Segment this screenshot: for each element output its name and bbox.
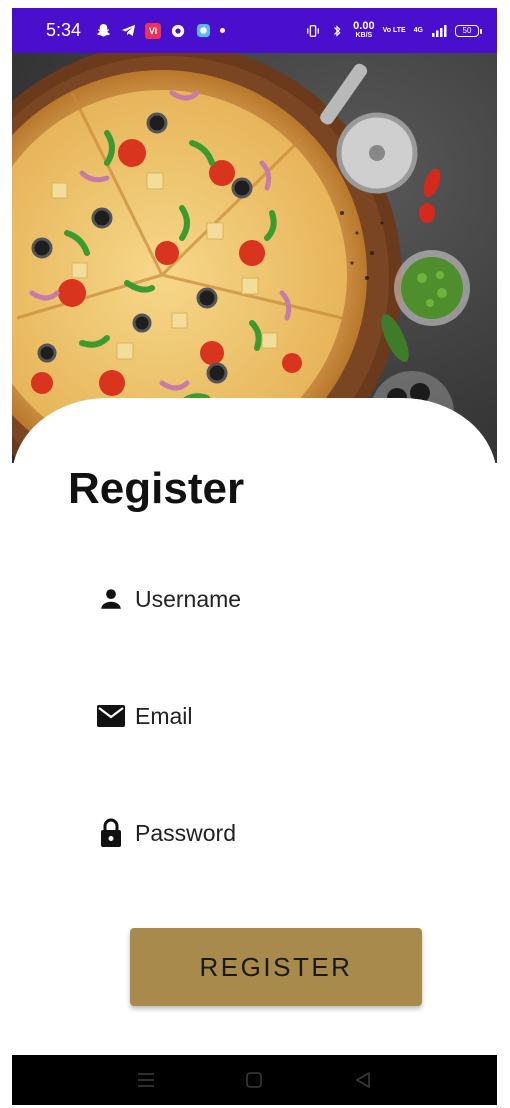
username-field-row: [96, 581, 416, 617]
email-field-row: [96, 698, 416, 734]
battery-icon: 50: [455, 24, 482, 37]
person-icon: [96, 584, 126, 614]
email-input[interactable]: [135, 702, 395, 730]
back-icon[interactable]: [343, 1060, 383, 1100]
network-speed: 0.00 KB/S: [353, 19, 375, 39]
status-bar: 5:34 Vi 0.00 KB/S Vo LTE 4G 50: [12, 8, 497, 53]
bluetooth-icon: [329, 23, 345, 39]
menu-icon[interactable]: [126, 1060, 166, 1100]
snapchat-icon: [95, 23, 111, 39]
username-input[interactable]: [135, 585, 395, 613]
more-notifications-icon: [220, 28, 226, 33]
page-title: Register: [68, 464, 245, 513]
app-icon: [195, 23, 211, 39]
chrome-icon: [170, 23, 186, 39]
navigation-bar: [12, 1055, 497, 1105]
notification-icons: Vi: [95, 22, 226, 39]
mail-icon: [96, 701, 126, 731]
register-button[interactable]: REGISTER: [130, 928, 422, 1006]
password-input[interactable]: [135, 819, 395, 847]
vibrate-icon: [305, 23, 321, 39]
home-icon[interactable]: [234, 1060, 274, 1100]
signal-icon: [431, 23, 447, 39]
telegram-icon: [120, 23, 136, 39]
system-status-icons: 0.00 KB/S Vo LTE 4G 50: [305, 19, 482, 40]
carrier-badge: Vi: [145, 22, 162, 39]
password-field-row: [96, 815, 416, 851]
volte-indicator: Vo LTE: [382, 27, 406, 34]
status-time: 5:34: [46, 20, 82, 40]
app-frame: 5:34 Vi 0.00 KB/S Vo LTE 4G 50 Register …: [12, 8, 497, 1105]
register-card: Register REGISTER: [12, 398, 497, 1058]
lock-icon: [96, 818, 126, 848]
network-type: 4G: [413, 27, 423, 34]
